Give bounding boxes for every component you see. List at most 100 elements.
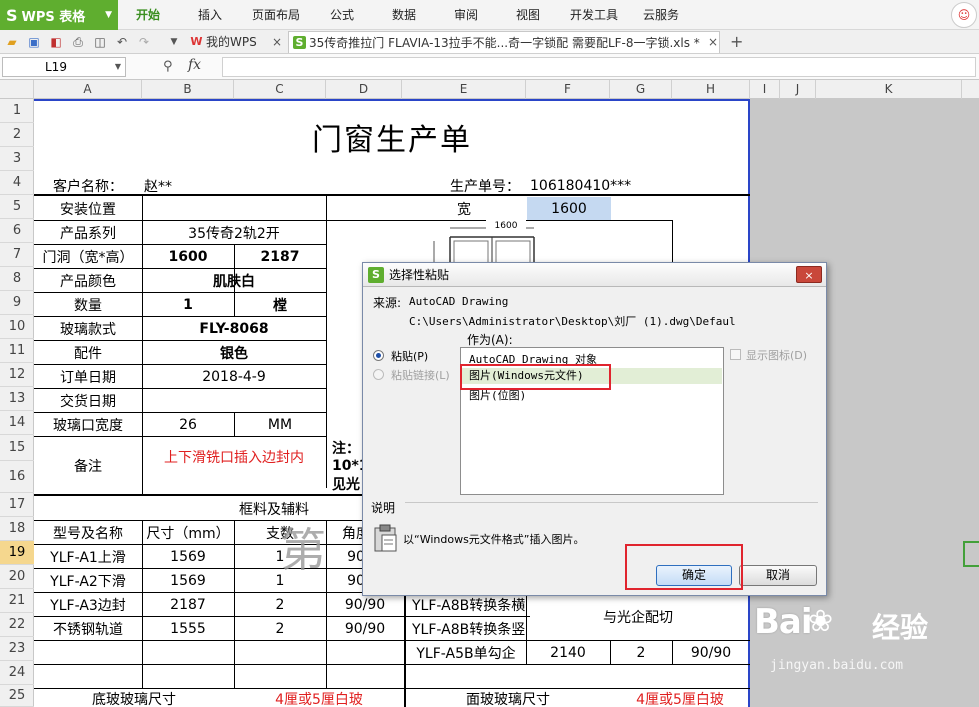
row-header[interactable]: 10 xyxy=(0,315,34,339)
wps-menu-label: WPS 表格 xyxy=(21,9,86,25)
column-size-header: 尺寸（mm） xyxy=(146,525,230,542)
table-row-size: 2187 xyxy=(170,596,206,613)
cancel-button[interactable]: 取消 xyxy=(739,565,817,586)
row-header[interactable]: 7 xyxy=(0,243,34,267)
open-folder-icon[interactable]: ▰ xyxy=(4,34,20,50)
display-icon-checkbox[interactable] xyxy=(730,349,741,360)
menu-home[interactable]: 开始 xyxy=(136,0,160,30)
width-value[interactable]: 1600 xyxy=(527,197,611,220)
close-button[interactable]: × xyxy=(796,266,822,283)
row-header[interactable]: 25 xyxy=(0,685,34,707)
row-header[interactable]: 21 xyxy=(0,589,34,613)
wps-menu-button[interactable]: S WPS 表格 ▼ xyxy=(0,0,118,30)
color-label: 产品颜色 xyxy=(60,273,116,290)
paste-radio[interactable] xyxy=(373,350,384,361)
watermark-url: jingyan.baidu.com xyxy=(770,658,904,673)
table-row-size: 1555 xyxy=(170,620,206,637)
new-tab-icon[interactable]: + xyxy=(730,31,743,53)
tab-my-wps[interactable]: W 我的WPS xyxy=(186,31,266,53)
menu-data[interactable]: 数据 xyxy=(392,0,416,30)
floating-text: 第 xyxy=(280,523,326,577)
avatar[interactable]: ☺ xyxy=(951,2,977,28)
wps-w-icon: W xyxy=(190,35,203,48)
menu-page-layout[interactable]: 页面布局 xyxy=(252,0,300,30)
menu-cloud[interactable]: 云服务 xyxy=(643,0,679,30)
tab-close-icon[interactable]: × xyxy=(708,31,718,53)
column-header-f[interactable]: F xyxy=(526,80,610,99)
tab-close-icon[interactable]: × xyxy=(272,31,282,53)
menu-bar: S WPS 表格 ▼ 开始 插入 页面布局 公式 数据 审阅 视图 开发工具 云… xyxy=(0,0,979,30)
quantity-unit: 樘 xyxy=(273,297,287,314)
function-icon[interactable]: fx xyxy=(188,57,201,73)
row-header[interactable]: 11 xyxy=(0,339,34,363)
drawing-dimension: 1600 xyxy=(486,219,526,233)
row-headers: 1 2 3 4 5 6 7 8 9 10 11 12 13 14 15 16 1… xyxy=(0,99,34,707)
column-header-j[interactable]: J xyxy=(780,80,816,99)
row-header[interactable]: 1 xyxy=(0,99,34,123)
description-label: 说明 xyxy=(371,499,400,516)
dialog-title-bar[interactable]: S 选择性粘贴 × xyxy=(363,263,826,287)
tab-document[interactable]: S 35传奇推拉门 FLAVIA-13拉手不能...奇一字锁配 需要配LF-8一… xyxy=(288,31,720,53)
name-box[interactable]: L19 ▼ xyxy=(2,57,126,77)
row-header[interactable]: 20 xyxy=(0,565,34,589)
select-all-corner[interactable] xyxy=(0,80,34,99)
row-header[interactable]: 24 xyxy=(0,661,34,685)
column-header-e[interactable]: E xyxy=(402,80,526,99)
column-header-a[interactable]: A xyxy=(34,80,142,99)
column-header-i[interactable]: I xyxy=(750,80,780,99)
menu-review[interactable]: 审阅 xyxy=(454,0,478,30)
pdf-export-icon[interactable]: ◧ xyxy=(48,34,64,50)
menu-insert[interactable]: 插入 xyxy=(198,0,222,30)
row-header[interactable]: 14 xyxy=(0,411,34,435)
row-header[interactable]: 2 xyxy=(0,123,34,147)
row-header[interactable]: 4 xyxy=(0,171,34,195)
formula-input[interactable] xyxy=(222,57,976,77)
baidu-logo: Bai xyxy=(754,602,813,642)
paste-radio-label[interactable]: 粘贴(P) xyxy=(391,348,428,364)
table-row-count: 2 xyxy=(275,596,285,613)
series-label: 产品系列 xyxy=(60,225,116,242)
column-header-b[interactable]: B xyxy=(142,80,234,99)
paste-link-radio-label[interactable]: 粘贴链接(L) xyxy=(391,367,450,383)
paw-icon: ❀ xyxy=(808,604,834,639)
column-header-c[interactable]: C xyxy=(234,80,326,99)
zoom-search-icon[interactable]: ⚲ xyxy=(163,59,173,74)
paste-link-radio[interactable] xyxy=(373,369,384,380)
column-header-d[interactable]: D xyxy=(326,80,402,99)
row-header[interactable]: 18 xyxy=(0,517,34,541)
menu-developer[interactable]: 开发工具 xyxy=(570,0,618,30)
row-header[interactable]: 8 xyxy=(0,267,34,291)
row-header[interactable]: 5 xyxy=(0,195,34,219)
display-icon-label[interactable]: 显示图标(D) xyxy=(746,347,807,363)
table-row-angle: 90/90 xyxy=(690,644,732,661)
row-header[interactable]: 13 xyxy=(0,387,34,411)
print-icon[interactable]: ⎙ xyxy=(70,34,86,50)
column-header-g[interactable]: G xyxy=(610,80,672,99)
row-header-selected[interactable]: 19 xyxy=(0,541,34,565)
row-header[interactable]: 16 xyxy=(0,461,34,493)
formula-bar: L19 ▼ ⚲ fx xyxy=(0,54,979,80)
row-header[interactable]: 9 xyxy=(0,291,34,315)
menu-formula[interactable]: 公式 xyxy=(330,0,354,30)
row-header[interactable]: 15 xyxy=(0,435,34,461)
opening-label: 门洞（宽*高） xyxy=(42,249,134,266)
row-header[interactable]: 6 xyxy=(0,219,34,243)
menu-view[interactable]: 视图 xyxy=(516,0,540,30)
row-header[interactable]: 23 xyxy=(0,637,34,661)
row-header[interactable]: 12 xyxy=(0,363,34,387)
print-preview-icon[interactable]: ◫ xyxy=(92,34,108,50)
redo-icon[interactable]: ↷ xyxy=(136,34,152,50)
column-header-h[interactable]: H xyxy=(672,80,750,99)
undo-icon[interactable]: ↶ xyxy=(114,34,130,50)
save-icon[interactable]: ▣ xyxy=(26,34,42,50)
column-header-k[interactable]: K xyxy=(816,80,962,99)
clipboard-icon xyxy=(374,524,397,552)
row-header[interactable]: 22 xyxy=(0,613,34,637)
row-header[interactable]: 3 xyxy=(0,147,34,171)
row-header[interactable]: 17 xyxy=(0,493,34,517)
table-border xyxy=(326,640,327,688)
table-border xyxy=(142,640,143,688)
source-path: C:\Users\Administrator\Desktop\刘厂 (1).dw… xyxy=(409,315,735,328)
chevron-down-icon[interactable]: ▼ xyxy=(166,34,182,50)
chevron-down-icon[interactable]: ▼ xyxy=(115,58,121,76)
